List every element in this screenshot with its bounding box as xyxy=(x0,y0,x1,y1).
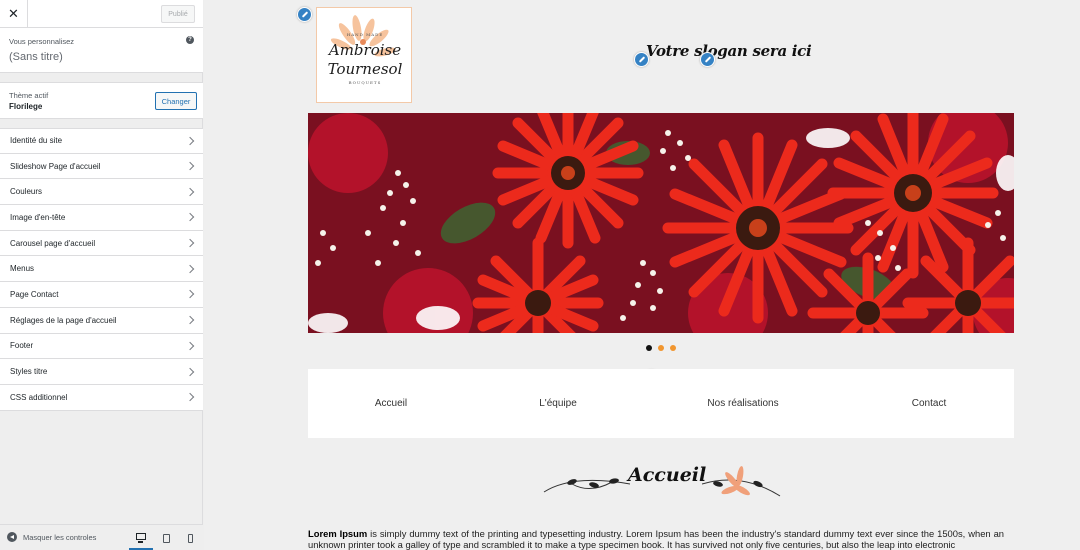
chevron-right-icon xyxy=(185,161,195,171)
section-homepage-settings[interactable]: Réglages de la page d'accueil xyxy=(0,307,203,334)
desktop-icon xyxy=(136,533,146,543)
section-label: Footer xyxy=(10,341,34,351)
lorem-bold: Lorem Ipsum xyxy=(308,528,368,539)
section-label: Image d'en-tête xyxy=(10,212,66,222)
chevron-right-icon xyxy=(185,290,195,299)
logo-top-text: HAND MADE xyxy=(346,32,384,37)
section-header-image[interactable]: Image d'en-tête xyxy=(0,205,203,231)
preview-tablet-button[interactable] xyxy=(154,525,178,550)
site-slogan[interactable]: Votre slogan sera ici xyxy=(646,42,812,60)
chevron-right-icon xyxy=(185,187,195,196)
customizing-label: Vous personnalisez xyxy=(9,37,75,46)
slide-dot[interactable] xyxy=(658,345,664,351)
section-contact-page[interactable]: Page Contact xyxy=(0,282,203,308)
preview-desktop-button[interactable] xyxy=(129,525,153,550)
hide-controls-label: Masquer les controles xyxy=(23,532,97,542)
edit-slogan-pencil-icon[interactable] xyxy=(700,52,715,67)
section-label: Couleurs xyxy=(10,187,43,197)
mobile-icon xyxy=(187,533,193,543)
tablet-icon xyxy=(162,533,170,543)
section-colors[interactable]: Couleurs xyxy=(0,179,203,206)
close-button[interactable]: ✕ xyxy=(0,0,28,28)
slideshow-pagination xyxy=(646,345,676,351)
site-title: (Sans titre) xyxy=(9,51,63,63)
section-label: Menus xyxy=(10,264,35,274)
site-logo[interactable]: HAND MADE Ambroise Tournesol BOUQUETS xyxy=(316,7,412,103)
collapse-arrow-icon xyxy=(7,532,17,542)
nav-link-contact[interactable]: Contact xyxy=(912,398,946,409)
section-label: Identité du site xyxy=(10,136,63,146)
section-label: Slideshow Page d'accueil xyxy=(10,161,101,171)
change-theme-button[interactable]: Changer xyxy=(155,92,197,110)
site-preview: HAND MADE Ambroise Tournesol BOUQUETS Vo… xyxy=(204,0,1080,550)
preview-mobile-button[interactable] xyxy=(178,525,202,550)
sidebar-header: ✕ Publié xyxy=(0,0,203,28)
section-menus[interactable]: Menus xyxy=(0,256,203,283)
slide-dot[interactable] xyxy=(670,345,676,351)
title-ornament-left xyxy=(543,478,631,493)
customizer-sections: Identité du site Slideshow Page d'accuei… xyxy=(0,128,203,411)
section-site-identity[interactable]: Identité du site xyxy=(0,128,203,154)
homepage-slideshow[interactable] xyxy=(308,113,1014,333)
logo-line-2: Tournesol xyxy=(327,60,403,78)
title-ornament-right xyxy=(702,466,781,497)
section-title-styles[interactable]: Styles titre xyxy=(0,359,203,385)
active-theme-panel: Thème actif Florilege Changer xyxy=(0,82,203,119)
section-label: Carousel page d'accueil xyxy=(10,238,96,248)
section-additional-css[interactable]: CSS additionnel xyxy=(0,384,203,411)
nav-link-accueil[interactable]: Accueil xyxy=(375,398,407,409)
slide-dot[interactable] xyxy=(646,345,652,351)
section-label: Page Contact xyxy=(10,289,59,299)
nav-link-realisations[interactable]: Nos réalisations xyxy=(707,398,778,409)
main-navigation: Accueil L'équipe Nos réalisations Contac… xyxy=(308,369,1014,438)
chevron-right-icon xyxy=(185,367,195,376)
section-carousel[interactable]: Carousel page d'accueil xyxy=(0,230,203,257)
slide-image-red-gerberas xyxy=(308,113,1014,333)
logo-bottom-text: BOUQUETS xyxy=(348,80,382,85)
section-title: Accueil xyxy=(628,464,707,486)
customizer-app: ✕ Publié Vous personnalisez (Sans titre)… xyxy=(0,0,1080,550)
edit-slogan-pencil-icon[interactable] xyxy=(634,52,649,67)
chevron-right-icon xyxy=(185,315,195,325)
logo-line-1: Ambroise xyxy=(328,41,402,59)
customizer-sidebar: ✕ Publié Vous personnalisez (Sans titre)… xyxy=(0,0,203,550)
active-theme-label: Thème actif xyxy=(9,91,49,100)
chevron-right-icon xyxy=(185,136,195,146)
chevron-right-icon xyxy=(185,264,195,274)
theme-name: Florilege xyxy=(9,102,43,111)
section-label: CSS additionnel xyxy=(10,392,68,402)
lorem-text: is simply dummy text of the printing and… xyxy=(308,528,1004,550)
chevron-right-icon xyxy=(185,392,195,402)
section-label: Styles titre xyxy=(10,367,48,377)
publish-button[interactable]: Publié xyxy=(161,5,195,23)
section-label: Réglages de la page d'accueil xyxy=(10,315,117,325)
hide-controls-button[interactable]: Masquer les controles xyxy=(7,532,96,542)
chevron-right-icon xyxy=(185,341,195,351)
chevron-right-icon xyxy=(185,213,195,222)
edit-logo-pencil-icon[interactable] xyxy=(297,7,312,22)
nav-link-equipe[interactable]: L'équipe xyxy=(539,398,577,409)
section-slideshow[interactable]: Slideshow Page d'accueil xyxy=(0,153,203,180)
sidebar-footer: Masquer les controles xyxy=(0,524,203,550)
chevron-right-icon xyxy=(185,238,195,248)
help-icon[interactable]: ? xyxy=(186,36,194,44)
customizing-info: Vous personnalisez (Sans titre) ? xyxy=(0,28,203,73)
section-footer[interactable]: Footer xyxy=(0,333,203,360)
body-paragraph: Lorem Ipsum is simply dummy text of the … xyxy=(308,528,1004,550)
